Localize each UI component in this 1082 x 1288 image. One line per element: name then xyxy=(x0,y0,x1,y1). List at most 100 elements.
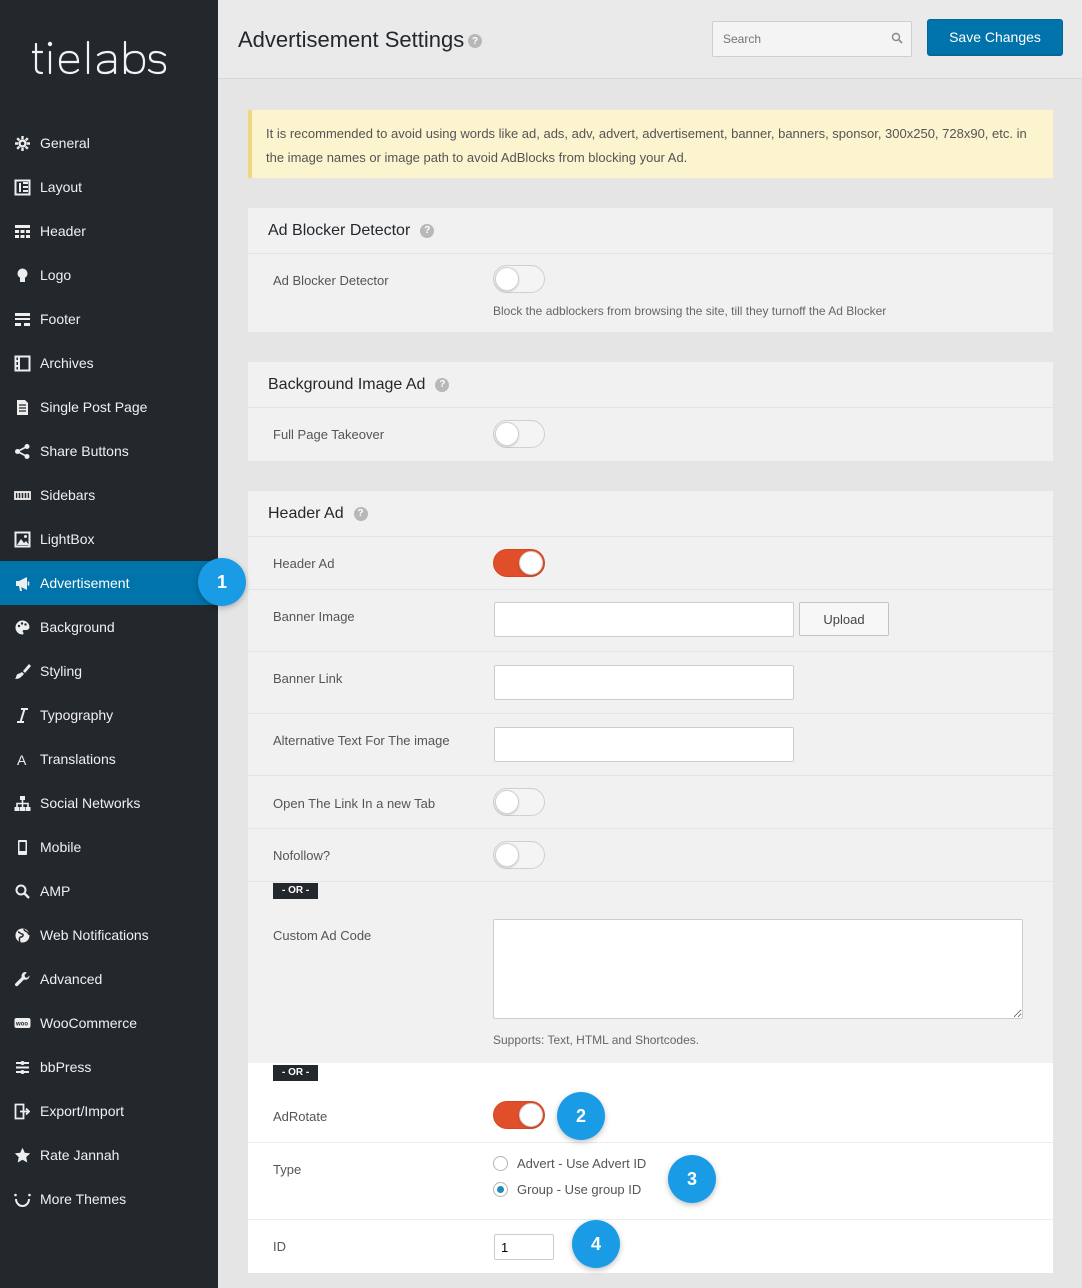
type-option-advert[interactable]: Advert - Use Advert ID xyxy=(493,1156,646,1171)
sidebar-item-advanced[interactable]: Advanced xyxy=(0,957,218,1001)
help-icon[interactable]: ? xyxy=(435,377,450,392)
footer-icon xyxy=(13,310,32,329)
svg-text:A: A xyxy=(17,752,27,768)
banner-image-input[interactable] xyxy=(494,602,794,637)
sidebar-nav: General Layout Header Logo Footer Archives Sin… xyxy=(0,121,218,1221)
section-title: Ad Blocker Detector ? xyxy=(248,208,1053,254)
new-tab-toggle[interactable] xyxy=(493,788,545,816)
alt-text-input[interactable] xyxy=(494,727,794,762)
layout-icon xyxy=(13,178,32,197)
search-input[interactable] xyxy=(713,22,911,56)
type-option-label: Advert - Use Advert ID xyxy=(517,1156,647,1171)
header-ad-section: Header Ad ? Header Ad Banner Image Uploa… xyxy=(248,491,1053,1064)
header-ad-toggle[interactable] xyxy=(493,549,545,577)
sidebar-item-amp[interactable]: AMP xyxy=(0,869,218,913)
paint-icon xyxy=(13,618,32,637)
sidebars-icon xyxy=(13,486,32,505)
header-ad-label: Header Ad xyxy=(273,556,335,571)
tielabs-logo xyxy=(32,40,167,75)
star-icon xyxy=(13,1146,32,1165)
adrotate-label: AdRotate xyxy=(273,1109,328,1124)
help-icon[interactable]: ? xyxy=(420,223,435,238)
mobile-icon xyxy=(13,838,32,857)
adrotate-toggle[interactable] xyxy=(493,1101,545,1129)
sidebar-item-label: Background xyxy=(40,619,115,635)
sidebar-item-label: Header xyxy=(40,223,86,239)
sidebar-item-export-import[interactable]: Export/Import xyxy=(0,1089,218,1133)
background-ad-section: Background Image Ad ? Full Page Takeover xyxy=(248,362,1053,461)
sidebar-item-layout[interactable]: Layout xyxy=(0,165,218,209)
sidebar-item-advertisement[interactable]: Advertisement xyxy=(0,561,218,605)
section-title: Background Image Ad ? xyxy=(248,362,1053,408)
sidebar-item-translations[interactable]: A Translations xyxy=(0,737,218,781)
sidebar-item-more-themes[interactable]: More Themes xyxy=(0,1177,218,1221)
section-title-text: Ad Blocker Detector xyxy=(268,221,411,239)
full-page-takeover-row: Full Page Takeover xyxy=(248,408,1053,461)
sidebar-item-lightbox[interactable]: LightBox xyxy=(0,517,218,561)
sidebar-item-label: LightBox xyxy=(40,531,95,547)
sidebar-item-archives[interactable]: Archives xyxy=(0,341,218,385)
adblock-notice: It is recommended to avoid using words l… xyxy=(248,110,1053,178)
sidebar-item-label: Translations xyxy=(40,751,116,767)
sidebar-item-bbpress[interactable]: bbPress xyxy=(0,1045,218,1089)
search-box xyxy=(712,21,912,57)
save-changes-button[interactable]: Save Changes xyxy=(927,19,1063,56)
upload-button[interactable]: Upload xyxy=(799,602,889,636)
sidebar-item-label: Logo xyxy=(40,267,72,283)
adrotate-panel: - OR - AdRotate Type Advert - Use Advert… xyxy=(248,1063,1053,1273)
id-row: ID xyxy=(248,1220,1053,1273)
or-separator: - OR - xyxy=(273,1065,319,1081)
sidebar-item-share-buttons[interactable]: Share Buttons xyxy=(0,429,218,473)
brush-icon xyxy=(13,662,32,681)
network-icon xyxy=(13,794,32,813)
type-option-group[interactable]: Group - Use group ID xyxy=(493,1182,641,1197)
sidebar-item-social-networks[interactable]: Social Networks xyxy=(0,781,218,825)
ad-blocker-section: Ad Blocker Detector ? Ad Blocker Detecto… xyxy=(248,208,1053,332)
full-page-takeover-toggle[interactable] xyxy=(493,420,545,448)
sidebar-item-mobile[interactable]: Mobile xyxy=(0,825,218,869)
sidebar-item-background[interactable]: Background xyxy=(0,605,218,649)
sidebar-item-label: bbPress xyxy=(40,1059,92,1075)
sidebar-item-woocommerce[interactable]: woo WooCommerce xyxy=(0,1001,218,1045)
banner-link-input[interactable] xyxy=(494,665,794,700)
nofollow-toggle[interactable] xyxy=(493,841,545,869)
toggle-knob xyxy=(519,551,543,575)
type-option-label: Group - Use group ID xyxy=(517,1182,642,1197)
sidebar-item-label: Typography xyxy=(40,707,114,723)
sidebar-item-label: Social Networks xyxy=(40,795,141,811)
sidebar-item-styling[interactable]: Styling xyxy=(0,649,218,693)
radio-button[interactable] xyxy=(493,1156,508,1171)
sidebar-item-sidebars[interactable]: Sidebars xyxy=(0,473,218,517)
megaphone-icon xyxy=(13,574,32,593)
sidebar-item-footer[interactable]: Footer xyxy=(0,297,218,341)
callout-badge: 3 xyxy=(668,1155,716,1203)
sidebar-item-label: Advanced xyxy=(40,971,103,987)
search-icon xyxy=(891,32,903,44)
sidebar-item-label: Single Post Page xyxy=(40,399,148,415)
section-title-text: Header Ad xyxy=(268,504,344,522)
sidebar-item-typography[interactable]: Typography xyxy=(0,693,218,737)
radio-button[interactable] xyxy=(493,1182,508,1197)
help-icon[interactable]: ? xyxy=(468,34,482,48)
custom-ad-code-textarea[interactable] xyxy=(493,919,1023,1019)
id-input[interactable] xyxy=(494,1234,554,1260)
sidebar-item-label: Advertisement xyxy=(40,575,130,591)
sidebar-item-label: More Themes xyxy=(40,1191,127,1207)
ad-blocker-description: Block the adblockers from browsing the s… xyxy=(493,304,887,318)
sidebar-item-single-post-page[interactable]: Single Post Page xyxy=(0,385,218,429)
sidebar-item-rate-jannah[interactable]: Rate Jannah xyxy=(0,1133,218,1177)
alt-text-row: Alternative Text For The image xyxy=(248,714,1053,776)
new-tab-label: Open The Link In a new Tab xyxy=(273,796,436,811)
sidebar-item-logo[interactable]: Logo xyxy=(0,253,218,297)
banner-link-label: Banner Link xyxy=(273,671,343,686)
toggle-knob xyxy=(519,1103,543,1127)
or-separator: - OR - xyxy=(273,883,319,899)
help-icon[interactable]: ? xyxy=(353,506,368,521)
sidebar-item-general[interactable]: General xyxy=(0,121,218,165)
callout-badge: 1 xyxy=(198,558,246,606)
adrotate-row: AdRotate xyxy=(248,1090,1053,1143)
sidebar-item-header[interactable]: Header xyxy=(0,209,218,253)
sidebar-item-web-notifications[interactable]: Web Notifications xyxy=(0,913,218,957)
sidebar-item-label: Export/Import xyxy=(40,1103,125,1119)
ad-blocker-toggle[interactable] xyxy=(493,265,545,293)
